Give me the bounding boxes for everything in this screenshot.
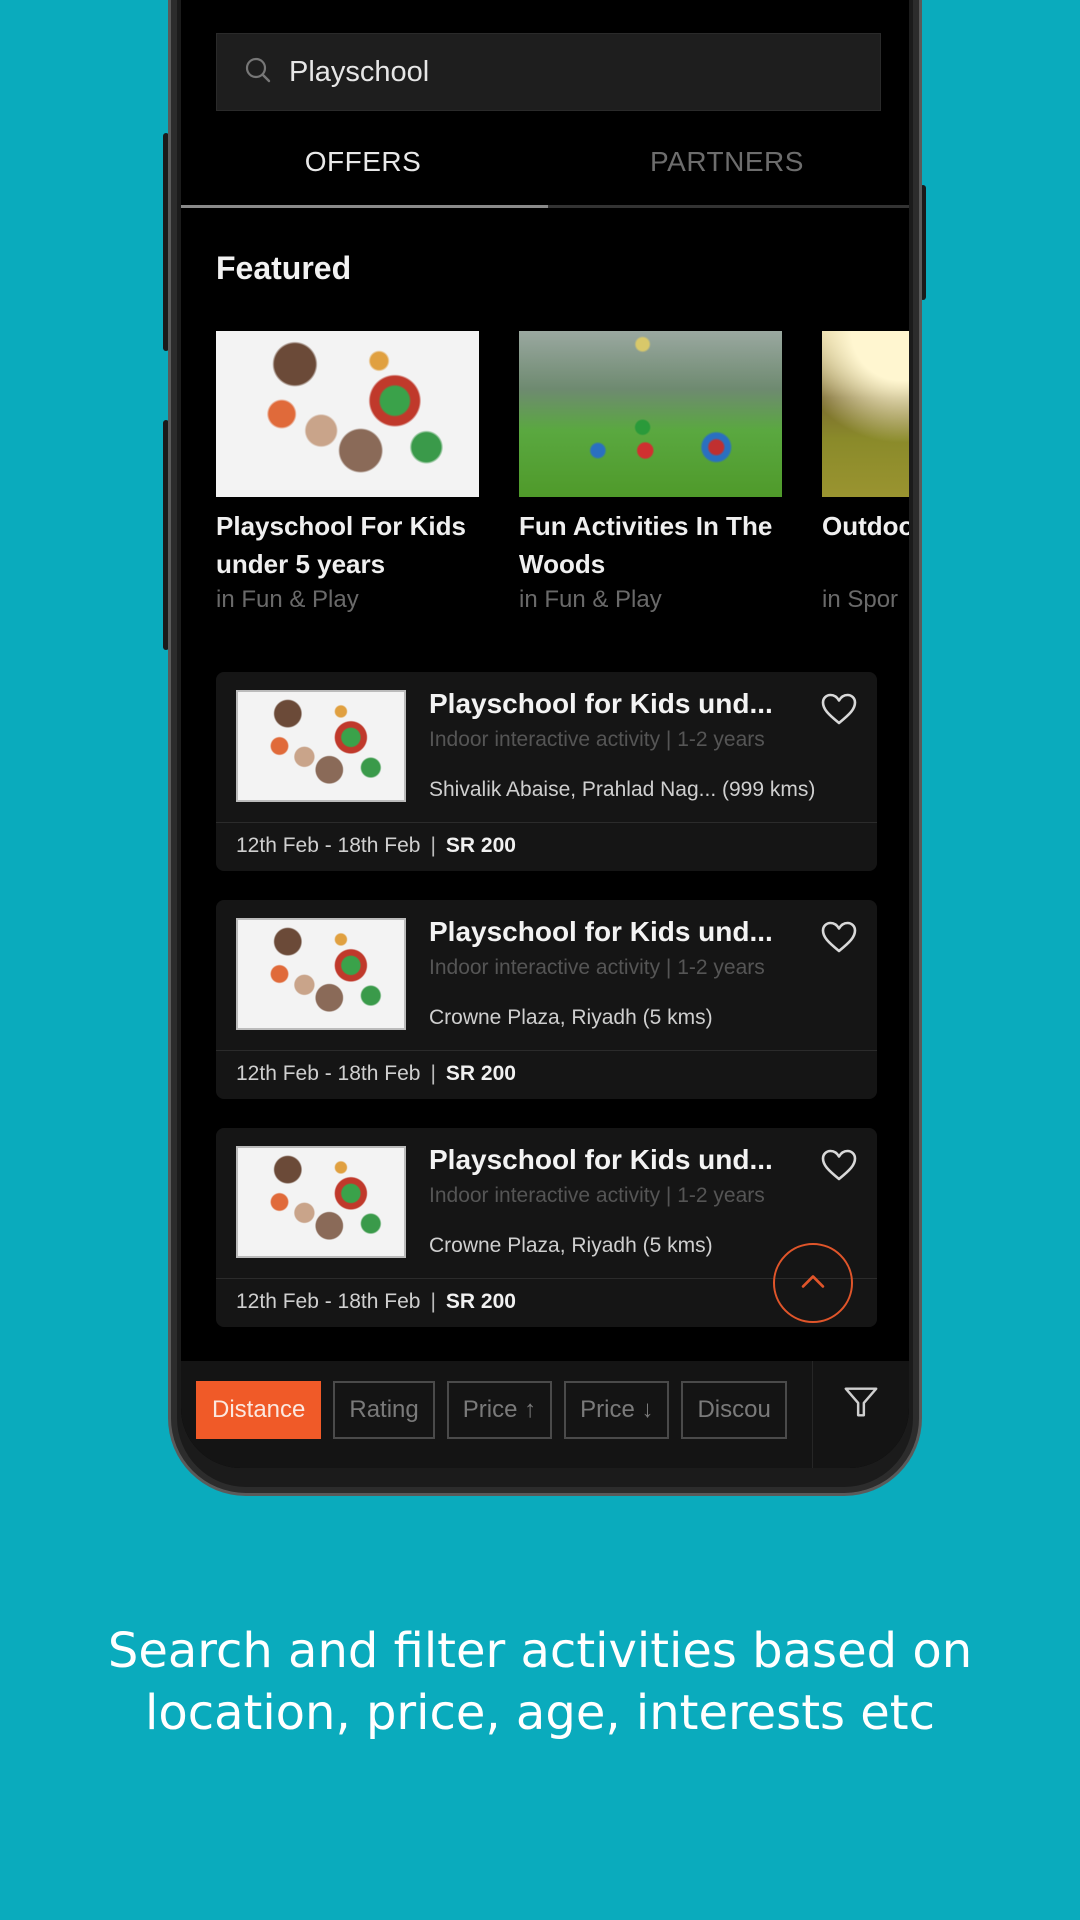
offer-price: SR 200 — [445, 1062, 516, 1085]
offer-location: Crowne Plaza, Riyadh (5 kms) — [429, 1006, 713, 1029]
offer-location: Crowne Plaza, Riyadh (5 kms) — [429, 1234, 713, 1257]
funnel-icon — [842, 1383, 880, 1426]
tab-indicator-track — [181, 205, 909, 208]
offer-thumbnail — [236, 690, 406, 802]
footer-separator: | — [430, 834, 436, 857]
featured-category: in Fun & Play — [216, 586, 359, 613]
search-value: Playschool — [289, 55, 430, 88]
card-divider — [216, 822, 877, 823]
featured-category: in Spor — [822, 586, 899, 613]
heart-outline-icon[interactable] — [820, 692, 858, 726]
heart-outline-icon[interactable] — [820, 1148, 858, 1182]
sort-chip-discount[interactable]: Discou — [681, 1381, 787, 1439]
offer-footer: 12th Feb - 18th Feb | SR 200 — [236, 1290, 516, 1314]
offer-thumbnail — [236, 918, 406, 1030]
search-input[interactable]: Playschool — [216, 33, 881, 111]
sort-chips[interactable]: Distance Rating Price ↑ Price ↓ Discou — [196, 1381, 812, 1441]
offer-title: Playschool for Kids und... — [429, 1144, 773, 1175]
sort-chip-distance[interactable]: Distance — [196, 1381, 322, 1439]
offer-footer: 12th Feb - 18th Feb | SR 200 — [236, 834, 516, 858]
offer-dates: 12th Feb - 18th Feb — [236, 1290, 421, 1313]
offer-footer: 12th Feb - 18th Feb | SR 200 — [236, 1062, 516, 1086]
footer-separator: | — [430, 1290, 436, 1313]
app-screen: Playschool OFFERS PARTNERS Featured Play… — [181, 0, 909, 1468]
sort-chip-rating[interactable]: Rating — [333, 1381, 435, 1439]
tab-offers[interactable]: OFFERS — [181, 130, 545, 210]
promo-caption: Search and filter activities based on lo… — [0, 1620, 1080, 1744]
chevron-up-icon — [799, 1272, 827, 1295]
offer-title: Playschool for Kids und... — [429, 916, 773, 947]
footer-separator: | — [430, 1062, 436, 1085]
offer-card[interactable]: Playschool for Kids und... Indoor intera… — [216, 672, 877, 871]
caption-line: Search and filter activities based on — [107, 1623, 973, 1679]
offer-subtitle: Indoor interactive activity | 1-2 years — [429, 1184, 765, 1207]
featured-title-line: Woods — [519, 549, 606, 579]
offer-subtitle: Indoor interactive activity | 1-2 years — [429, 728, 765, 751]
tab-indicator — [181, 205, 548, 208]
offer-card[interactable]: Playschool for Kids und... Indoor intera… — [216, 900, 877, 1099]
offer-dates: 12th Feb - 18th Feb — [236, 1062, 421, 1085]
sort-filter-bar: Distance Rating Price ↑ Price ↓ Discou — [181, 1361, 909, 1468]
search-icon — [243, 55, 273, 90]
featured-title-line: Fun Activities In The — [519, 511, 773, 541]
offer-location: Shivalik Abaise, Prahlad Nag... (999 kms… — [429, 778, 816, 801]
featured-image — [519, 331, 782, 497]
featured-heading: Featured — [216, 250, 352, 286]
card-divider — [216, 1050, 877, 1051]
caption-line: location, price, age, interests etc — [144, 1685, 936, 1741]
tab-bar: OFFERS PARTNERS — [181, 130, 909, 210]
offer-price: SR 200 — [445, 834, 516, 857]
filter-button[interactable] — [812, 1361, 909, 1468]
heart-outline-icon[interactable] — [820, 920, 858, 954]
tab-partners[interactable]: PARTNERS — [545, 130, 909, 210]
featured-title-line: under 5 years — [216, 549, 386, 579]
sort-chip-price-desc[interactable]: Price ↓ — [564, 1381, 670, 1439]
featured-image — [822, 331, 909, 497]
featured-card[interactable]: Fun Activities In The Woods in Fun & Pla… — [519, 331, 782, 617]
sort-chip-price-asc[interactable]: Price ↑ — [446, 1381, 553, 1439]
featured-category: in Fun & Play — [519, 586, 662, 613]
offer-price: SR 200 — [445, 1290, 516, 1313]
featured-card[interactable]: Outdoo in Spor — [822, 331, 909, 617]
featured-title-line: Outdoo — [822, 511, 909, 541]
offer-dates: 12th Feb - 18th Feb — [236, 834, 421, 857]
featured-image — [216, 331, 479, 497]
offer-thumbnail — [236, 1146, 406, 1258]
featured-card[interactable]: Playschool For Kids under 5 years in Fun… — [216, 331, 479, 617]
featured-title-line: Playschool For Kids — [216, 511, 466, 541]
scroll-to-top-button[interactable] — [773, 1243, 853, 1323]
offer-subtitle: Indoor interactive activity | 1-2 years — [429, 956, 765, 979]
offer-title: Playschool for Kids und... — [429, 688, 773, 719]
